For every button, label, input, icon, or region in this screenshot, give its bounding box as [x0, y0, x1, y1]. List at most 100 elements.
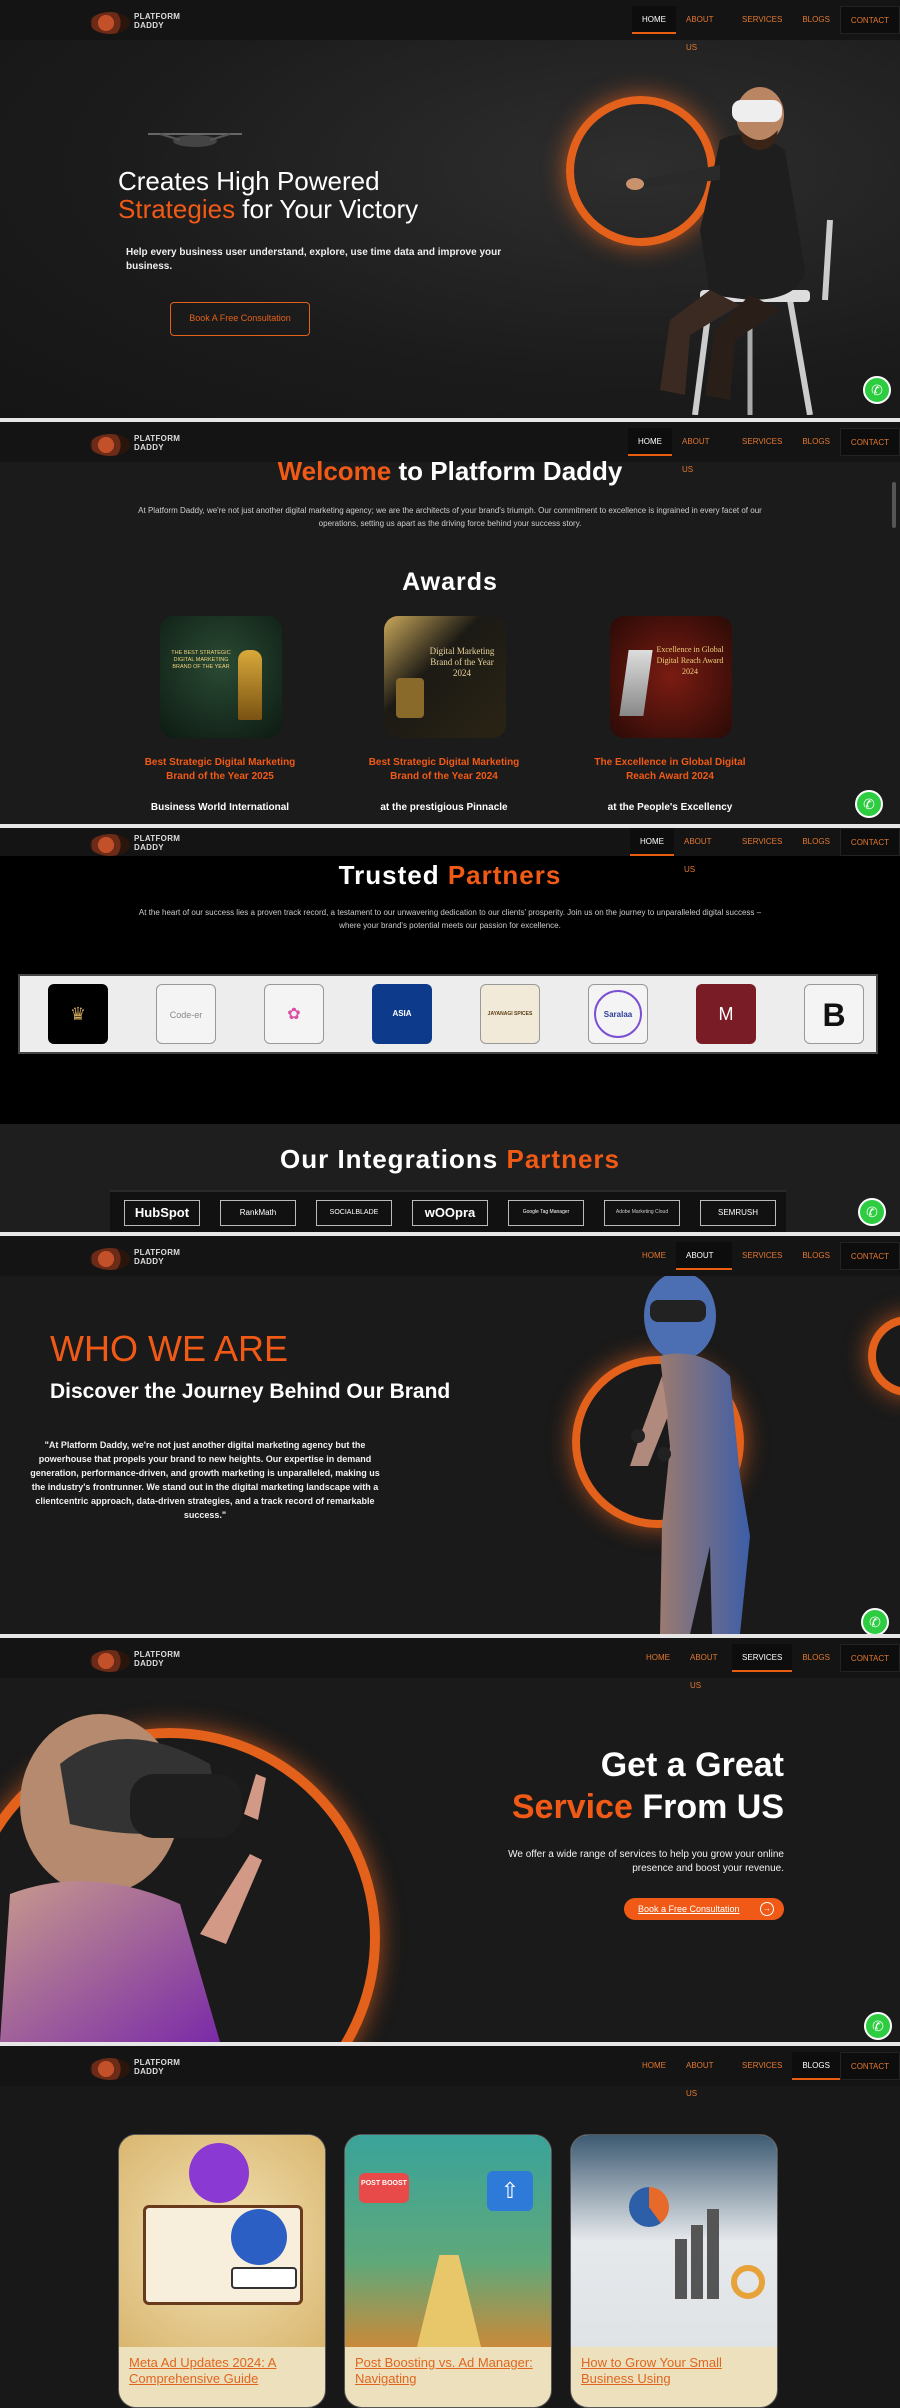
- integration-logo-semrush[interactable]: SEMRUSH: [700, 1200, 776, 1226]
- nav-contact[interactable]: CONTACT: [839, 828, 900, 856]
- services-book-consultation-button[interactable]: Book a Free Consultation →: [624, 1898, 784, 1920]
- nav-services[interactable]: SERVICES: [732, 1242, 792, 1270]
- partner-logo-6[interactable]: Saralaa: [588, 984, 648, 1044]
- partner-logo-3[interactable]: ✿: [264, 984, 324, 1044]
- hero-heading-rest: for Your Victory: [235, 194, 419, 224]
- whatsapp-icon[interactable]: ✆: [858, 1198, 886, 1226]
- logo-line1: PLATFORM: [134, 2058, 181, 2067]
- nav-contact[interactable]: CONTACT: [839, 2052, 900, 2080]
- nav-contact[interactable]: CONTACT: [839, 1644, 900, 1672]
- nav-menu: HOME ABOUT US SERVICES BLOGS CONTACT: [632, 6, 900, 52]
- nav-about[interactable]: ABOUT US: [676, 6, 732, 52]
- about-section: PLATFORMDADDY HOME ABOUT US SERVICES BLO…: [0, 1236, 900, 1634]
- nav-home[interactable]: HOME: [632, 6, 676, 34]
- nav-services[interactable]: SERVICES: [732, 6, 792, 34]
- whatsapp-icon[interactable]: ✆: [861, 1608, 889, 1634]
- award-badge-text-2: Digital Marketing Brand of the Year 2024: [429, 646, 495, 678]
- nav-services[interactable]: SERVICES: [732, 428, 792, 456]
- vr-woman-image: [630, 1276, 750, 1634]
- integration-logo-adobe[interactable]: Adobe Marketing Cloud: [604, 1200, 680, 1226]
- award-name-1: Best Strategic Digital Marketing Brand o…: [144, 757, 296, 782]
- scrollbar-thumb[interactable]: [892, 482, 896, 528]
- nav-contact[interactable]: CONTACT: [839, 1242, 900, 1270]
- welcome-section: PLATFORM DADDY HOME ABOUT US SERVICES BLO…: [0, 422, 900, 824]
- nav-services[interactable]: SERVICES: [732, 2052, 792, 2080]
- top-navbar: PLATFORMDADDY HOME ABOUT US SERVICES BLO…: [0, 1236, 900, 1288]
- nav-home[interactable]: HOME: [632, 1242, 676, 1270]
- integration-logo-hubspot[interactable]: HubSpot: [124, 1200, 200, 1226]
- road-illustration: [417, 2255, 481, 2347]
- nav-about[interactable]: ABOUT US: [674, 828, 732, 874]
- brand-logo[interactable]: PLATFORM DADDY: [90, 2056, 185, 2080]
- globe-icon: [231, 2209, 287, 2265]
- brand-logo[interactable]: PLATFORM DADDY: [90, 1648, 185, 1672]
- integration-logo-rankmath[interactable]: RankMath: [220, 1200, 296, 1226]
- nav-home[interactable]: HOME: [632, 2052, 676, 2080]
- bar-icon: [707, 2209, 719, 2299]
- post-boost-label: POST BOOST: [359, 2173, 409, 2203]
- logo-mark-icon: [90, 1248, 130, 1270]
- logo-line1: PLATFORM: [134, 1248, 181, 1257]
- logo-line2: DADDY: [134, 2067, 164, 2076]
- blog-card[interactable]: How to Grow Your Small Business Using: [570, 2134, 778, 2408]
- nav-contact[interactable]: CONTACT: [839, 428, 900, 456]
- partner-logo-5[interactable]: JAYANAGI SPICES: [480, 984, 540, 1044]
- brand-logo[interactable]: PLATFORM DADDY: [90, 1246, 185, 1270]
- logo-line1: PLATFORM: [134, 12, 181, 21]
- nav-menu: HOME ABOUT US SERVICES BLOGS CONTACT: [636, 1644, 900, 1690]
- top-navbar: PLATFORMDADDY HOME ABOUT US SERVICES BLO…: [0, 0, 900, 52]
- nav-services[interactable]: SERVICES: [732, 828, 792, 856]
- blog-card-title[interactable]: Post Boosting vs. Ad Manager: Navigating: [355, 2355, 545, 2387]
- nav-blogs[interactable]: BLOGS: [792, 828, 840, 856]
- nav-about[interactable]: ABOUT US: [680, 1644, 732, 1690]
- whatsapp-icon[interactable]: ✆: [863, 376, 891, 404]
- nav-blogs[interactable]: BLOGS: [792, 428, 840, 456]
- blog-card[interactable]: Meta Ad Updates 2024: A Comprehensive Gu…: [118, 2134, 326, 2408]
- whatsapp-icon[interactable]: ✆: [855, 790, 883, 818]
- nav-about[interactable]: ABOUT US: [676, 1242, 733, 1288]
- partner-logo-4[interactable]: ASIA: [372, 984, 432, 1044]
- blog-card-title[interactable]: Meta Ad Updates 2024: A Comprehensive Gu…: [129, 2355, 319, 2387]
- nav-blogs[interactable]: BLOGS: [792, 2052, 840, 2080]
- services-description: We offer a wide range of services to hel…: [508, 1849, 784, 1874]
- partner-logo-8[interactable]: B: [804, 984, 864, 1044]
- nav-menu: HOME ABOUT US SERVICES BLOGS CONTACT: [628, 428, 900, 474]
- hero-heading-accent: Strategies: [118, 194, 236, 224]
- partner-logo-6-text: Saralaa: [594, 990, 642, 1038]
- logo-mark-icon: [90, 1650, 130, 1672]
- blog-card-title[interactable]: How to Grow Your Small Business Using: [581, 2355, 771, 2387]
- services-section: PLATFORM DADDY HOME ABOUT US SERVICES BLO…: [0, 1638, 900, 2042]
- brand-logo[interactable]: PLATFORM DADDY: [90, 10, 185, 34]
- integration-logo-socialblade[interactable]: SOCIALBLADE: [316, 1200, 392, 1226]
- welcome-heading: Welcome to Platform Daddy: [0, 456, 900, 487]
- whatsapp-icon[interactable]: ✆: [864, 2012, 892, 2040]
- award-sub-1: Business World International: [150, 802, 290, 813]
- book-consultation-button[interactable]: Book A Free Consultation: [170, 302, 310, 336]
- nav-about[interactable]: ABOUT US: [672, 428, 732, 474]
- blog-card[interactable]: POST BOOST ⇧ Post Boosting vs. Ad Manage…: [344, 2134, 552, 2408]
- logo-line1: PLATFORM: [134, 834, 181, 843]
- nav-blogs[interactable]: BLOGS: [792, 1644, 840, 1672]
- brand-logo[interactable]: PLATFORM DADDY: [90, 432, 185, 456]
- orange-ring-decoration: [868, 1316, 900, 1396]
- hero-description: Help every business user understand, exp…: [126, 247, 502, 272]
- brand-logo[interactable]: PLATFORM DADDY: [90, 832, 185, 856]
- nav-menu: HOME ABOUT US SERVICES BLOGS CONTACT: [630, 828, 900, 874]
- nav-contact[interactable]: CONTACT: [839, 6, 900, 34]
- partner-logo-2[interactable]: Code-er: [156, 984, 216, 1044]
- nav-home[interactable]: HOME: [630, 828, 674, 856]
- nav-about[interactable]: ABOUT US: [676, 2052, 732, 2098]
- logo-line2: DADDY: [134, 443, 164, 452]
- partner-logo-1[interactable]: ♛: [48, 984, 108, 1044]
- nav-home[interactable]: HOME: [628, 428, 672, 456]
- integration-logo-woopra[interactable]: wOOpra: [412, 1200, 488, 1226]
- award-name-3: The Excellence in Global Digital Reach A…: [594, 757, 746, 782]
- location-pin-icon: [189, 2143, 249, 2203]
- nav-blogs[interactable]: BLOGS: [792, 6, 840, 34]
- integration-logo-gtm[interactable]: Google Tag Manager: [508, 1200, 584, 1226]
- logo-mark-icon: [90, 2058, 130, 2080]
- nav-services[interactable]: SERVICES: [732, 1644, 793, 1672]
- nav-blogs[interactable]: BLOGS: [792, 1242, 840, 1270]
- partner-logo-7[interactable]: M: [696, 984, 756, 1044]
- nav-home[interactable]: HOME: [636, 1644, 680, 1672]
